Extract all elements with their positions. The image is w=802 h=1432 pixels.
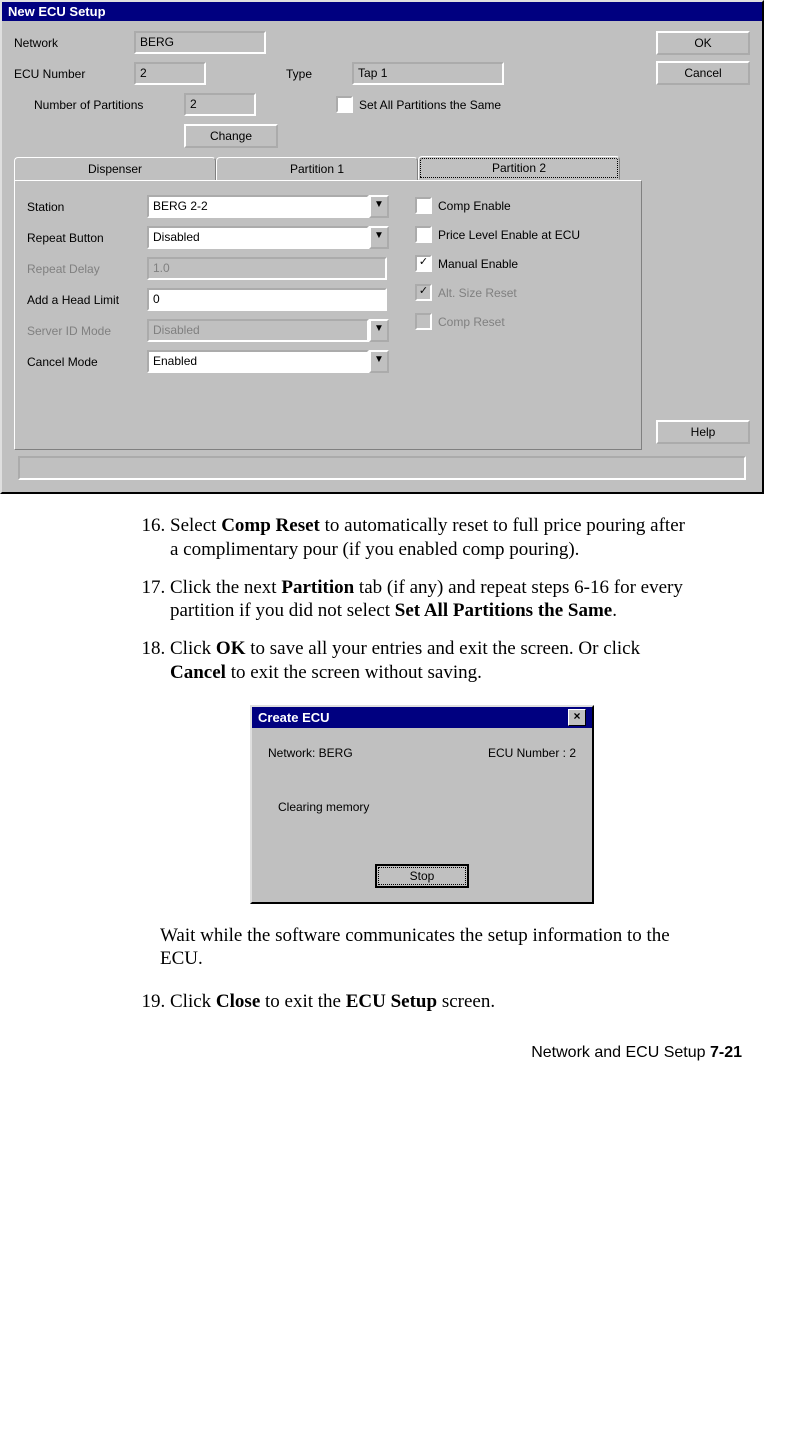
num-partitions-field: 2	[184, 93, 256, 116]
chevron-down-icon[interactable]: ▼	[369, 195, 389, 218]
help-button[interactable]: Help	[656, 420, 750, 444]
step-17: Click the next Partition tab (if any) an…	[170, 576, 692, 624]
dialog-titlebar: New ECU Setup	[2, 2, 762, 21]
chevron-down-icon: ▼	[369, 319, 389, 342]
cancel-button[interactable]: Cancel	[656, 61, 750, 85]
price-level-checkbox[interactable]	[415, 226, 432, 243]
server-id-label: Server ID Mode	[27, 324, 147, 338]
type-field: Tap 1	[352, 62, 504, 85]
price-level-label: Price Level Enable at ECU	[438, 228, 580, 242]
create-ecu-dialog: Create ECU × Network: BERG ECU Number : …	[250, 705, 594, 904]
new-ecu-setup-dialog: New ECU Setup OK Cancel Network BERG ECU…	[0, 0, 764, 494]
dialog2-title: Create ECU	[258, 710, 330, 725]
station-dropdown[interactable]: BERG 2-2	[147, 195, 369, 218]
comp-reset-label: Comp Reset	[438, 315, 505, 329]
repeat-delay-field: 1.0	[147, 257, 387, 280]
comp-enable-checkbox[interactable]	[415, 197, 432, 214]
tab-partition-1[interactable]: Partition 1	[216, 157, 418, 181]
tab-dispenser[interactable]: Dispenser	[14, 157, 216, 181]
dialog2-titlebar: Create ECU ×	[252, 707, 592, 728]
chevron-down-icon[interactable]: ▼	[369, 226, 389, 249]
dialog2-ecu-number: ECU Number : 2	[488, 746, 576, 760]
network-label: Network	[14, 36, 134, 50]
ok-button[interactable]: OK	[656, 31, 750, 55]
wait-text: Wait while the software communicates the…	[160, 924, 692, 972]
step-18: Click OK to save all your entries and ex…	[170, 637, 692, 685]
head-limit-label: Add a Head Limit	[27, 293, 147, 307]
station-label: Station	[27, 200, 147, 214]
head-limit-field[interactable]: 0	[147, 288, 387, 311]
num-partitions-label: Number of Partitions	[34, 98, 184, 112]
set-all-partitions-checkbox[interactable]	[336, 96, 353, 113]
repeat-button-label: Repeat Button	[27, 231, 147, 245]
tab-panel: Station BERG 2-2 ▼ Repeat Button Disable…	[14, 180, 642, 450]
dialog2-status: Clearing memory	[278, 800, 576, 814]
dialog2-network: Network: BERG	[268, 746, 353, 760]
ecu-number-label: ECU Number	[14, 67, 134, 81]
change-button[interactable]: Change	[184, 124, 278, 148]
chevron-down-icon[interactable]: ▼	[369, 350, 389, 373]
manual-enable-label: Manual Enable	[438, 257, 518, 271]
set-all-partitions-label: Set All Partitions the Same	[359, 98, 501, 112]
cancel-mode-dropdown[interactable]: Enabled	[147, 350, 369, 373]
repeat-button-dropdown[interactable]: Disabled	[147, 226, 369, 249]
comp-enable-label: Comp Enable	[438, 199, 511, 213]
close-icon[interactable]: ×	[568, 709, 586, 726]
stop-button[interactable]: Stop	[375, 864, 469, 888]
page-footer: Network and ECU Setup 7-21	[0, 1044, 762, 1062]
step-16: Select Comp Reset to automatically reset…	[170, 514, 692, 562]
type-label: Type	[286, 67, 312, 81]
alt-size-reset-label: Alt. Size Reset	[438, 286, 517, 300]
comp-reset-checkbox	[415, 313, 432, 330]
status-bar	[18, 456, 746, 480]
dialog-title: New ECU Setup	[8, 4, 106, 19]
ecu-number-field: 2	[134, 62, 206, 85]
network-field: BERG	[134, 31, 266, 54]
tab-partition-2[interactable]: Partition 2	[418, 156, 620, 180]
instruction-steps: Select Comp Reset to automatically reset…	[130, 514, 692, 685]
alt-size-reset-checkbox: ✓	[415, 284, 432, 301]
server-id-dropdown: Disabled	[147, 319, 369, 342]
instruction-steps-2: Click Close to exit the ECU Setup screen…	[130, 990, 692, 1014]
cancel-mode-label: Cancel Mode	[27, 355, 147, 369]
manual-enable-checkbox[interactable]: ✓	[415, 255, 432, 272]
repeat-delay-label: Repeat Delay	[27, 262, 147, 276]
step-19: Click Close to exit the ECU Setup screen…	[170, 990, 692, 1014]
